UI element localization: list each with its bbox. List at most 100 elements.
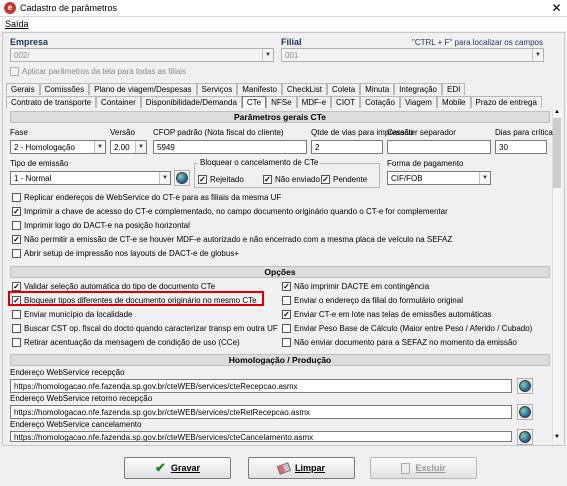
scrollbar-thumb[interactable] [553, 118, 561, 188]
fase-select[interactable]: 2 - Homologação ▼ [10, 140, 106, 154]
qtde-vias-input[interactable]: 2 [311, 140, 383, 154]
ws-recepcao-input[interactable]: https://homologacao.nfe.fazenda.sp.gov.b… [10, 379, 512, 393]
tab-viagem[interactable]: Viagem [399, 96, 437, 108]
tab-disponibilidade[interactable]: Disponibilidade/Demanda [140, 96, 242, 108]
tabs-row-1: Gerais Comissões Plano de viagem/Despesa… [6, 83, 466, 95]
tab-contrato[interactable]: Contrato de transporte [6, 96, 97, 108]
bloq-rejeitado-checkbox[interactable]: ✓ Rejeitado [198, 174, 244, 186]
checkbox-box[interactable] [12, 338, 21, 348]
globe-icon [519, 431, 531, 443]
tabs-row-2: Contrato de transporte Container Disponi… [6, 96, 542, 108]
checkbox-box[interactable] [282, 324, 291, 334]
app-icon: e [4, 2, 16, 14]
bloq-nao-enviado-checkbox[interactable]: ✓ Não enviado [263, 174, 320, 186]
tab-checklist[interactable]: CheckList [281, 83, 328, 95]
opt-enviar-municipio[interactable]: Enviar município da localidade [12, 309, 133, 321]
ws-cancelamento-input[interactable]: https://homologacao.nfe.fazenda.sp.gov.b… [10, 431, 512, 442]
globe-button-cancelamento[interactable] [517, 429, 533, 445]
check-imprimir-chave[interactable]: ✓ Imprimir a chave de acesso do CT-e comp… [12, 206, 448, 218]
eraser-icon [276, 461, 292, 475]
checkbox-box[interactable] [12, 221, 21, 231]
versao-label: Versão [110, 128, 135, 137]
checkmark-icon: ✔ [155, 460, 166, 475]
highlight-box [8, 291, 264, 306]
forma-pagamento-select[interactable]: CIF/FOB ▼ [387, 171, 491, 185]
globe-icon [519, 406, 531, 418]
caracter-separador-input[interactable] [387, 140, 491, 154]
apply-all-checkbox[interactable]: Aplicar parâmetros da tela para todas as… [10, 66, 186, 78]
tab-ciot[interactable]: CIOT [331, 96, 361, 108]
tab-mobile[interactable]: Mobile [436, 96, 471, 108]
bloq-pendente-checkbox[interactable]: ✓ Pendente [321, 174, 367, 186]
globe-button-recepcao[interactable] [517, 378, 533, 394]
checkbox-box[interactable]: ✓ [282, 310, 291, 320]
empresa-field[interactable]: 002/▼ [10, 48, 274, 62]
tab-servicos[interactable]: Serviços [196, 83, 238, 95]
checkbox-box[interactable] [12, 310, 21, 320]
gravar-button[interactable]: ✔ Gravar [124, 457, 231, 479]
tab-coleta[interactable]: Coleta [327, 83, 361, 95]
dias-critica-input[interactable]: 30 [495, 140, 547, 154]
apply-all-box[interactable] [10, 67, 19, 77]
check-replicar-enderecos[interactable]: Replicar endereços de WebService do CT-e… [12, 192, 281, 204]
globe-button-retorno[interactable] [517, 404, 533, 420]
ws-recepcao-label: Endereço WebService recepção [10, 368, 125, 377]
dias-critica-label: Dias para crítica [495, 128, 553, 137]
opt-nao-imprimir-dacte[interactable]: ✓ Não imprimir DACTE em contingência [282, 281, 429, 293]
tab-integracao[interactable]: Integração [394, 83, 442, 95]
check-abrir-setup[interactable]: Abrir setup de impressão nos layouts de … [12, 248, 239, 260]
versao-select[interactable]: 2.00 ▼ [110, 140, 147, 154]
globe-button-tipo[interactable] [174, 170, 190, 186]
check-nao-permitir-mdfe[interactable]: ✓ Não permitir a emissão de CT-e se houve… [12, 234, 452, 246]
tab-plano-viagem[interactable]: Plano de viagem/Despesas [89, 83, 197, 95]
checkbox-box[interactable] [282, 296, 291, 306]
tab-mdfe[interactable]: MDF-e [296, 96, 332, 108]
tab-prazo-entrega[interactable]: Prazo de entrega [470, 96, 542, 108]
opt-retirar-acentuacao[interactable]: Retirar acentuação da mensagem de condiç… [12, 337, 240, 349]
checkbox-box[interactable] [12, 324, 21, 334]
tipo-emissao-select[interactable]: 1 - Normal ▼ [10, 171, 171, 185]
tab-gerais[interactable]: Gerais [6, 83, 40, 95]
search-hint: "CTRL + F" para localizar os campos [412, 38, 543, 47]
tab-minuta[interactable]: Minuta [360, 83, 395, 95]
cfop-label: CFOP padrão (Nota fiscal do cliente) [153, 128, 284, 137]
opt-nao-enviar-sefaz[interactable]: Não enviar documento para a SEFAZ no mom… [282, 337, 517, 349]
tab-container[interactable]: Container [96, 96, 141, 108]
tab-cotacao[interactable]: Cotação [360, 96, 400, 108]
tab-manifesto[interactable]: Manifesto [237, 83, 282, 95]
tab-comissoes[interactable]: Comissões [39, 83, 90, 95]
empresa-label: Empresa [10, 37, 49, 47]
menu-item-saida[interactable]: Saída [5, 19, 29, 29]
check-imprimir-logo[interactable]: Imprimir logo do DACT-e na posição horiz… [12, 220, 190, 232]
checkbox-box[interactable] [282, 338, 291, 348]
tipo-emissao-label: Tipo de emissão [10, 159, 69, 168]
checkbox-box[interactable] [12, 193, 21, 203]
ws-cancelamento-label: Endereço WebService cancelamento [10, 420, 142, 429]
bloquear-label: Bloquear o cancelamento de CTe [198, 157, 321, 169]
forma-pagamento-label: Forma de pagamento [387, 159, 464, 168]
section-opcoes: Opções [10, 266, 550, 278]
scroll-up-icon[interactable]: ▲ [554, 109, 560, 115]
checkbox-box[interactable]: ✓ [282, 282, 291, 292]
cfop-input[interactable]: 5949 [153, 140, 307, 154]
checkbox-box[interactable] [12, 249, 21, 259]
limpar-button[interactable]: Limpar [248, 457, 355, 479]
scroll-down-icon[interactable]: ▼ [554, 434, 560, 440]
filial-label: Filial [281, 37, 302, 47]
tab-nfse[interactable]: NFSe [266, 96, 297, 108]
globe-icon [176, 172, 188, 184]
close-icon[interactable]: ✕ [546, 0, 567, 17]
tab-cte[interactable]: CTe [241, 96, 267, 108]
checkbox-box[interactable]: ✓ [12, 235, 21, 245]
excluir-button[interactable]: Excluir [370, 457, 477, 479]
ws-retorno-input[interactable]: https://homologacao.nfe.fazenda.sp.gov.b… [10, 405, 512, 419]
opt-enviar-cte-lote[interactable]: ✓ Enviar CT-e em lote nas telas de emissõ… [282, 309, 491, 321]
menu-bar [0, 17, 567, 31]
opt-enviar-peso-base[interactable]: Enviar Peso Base de Cálculo (Maior entre… [282, 323, 532, 335]
opt-enviar-endereco-filial[interactable]: Enviar o endereço da filial do formulári… [282, 295, 463, 307]
opt-buscar-cst[interactable]: Buscar CST op. fiscal do docto quando ca… [12, 323, 278, 335]
tab-edi[interactable]: EDI [441, 83, 466, 95]
filial-field[interactable]: 001 ▼ [281, 48, 544, 62]
section-homologacao: Homologação / Produção [10, 354, 550, 366]
checkbox-box[interactable]: ✓ [12, 207, 21, 217]
